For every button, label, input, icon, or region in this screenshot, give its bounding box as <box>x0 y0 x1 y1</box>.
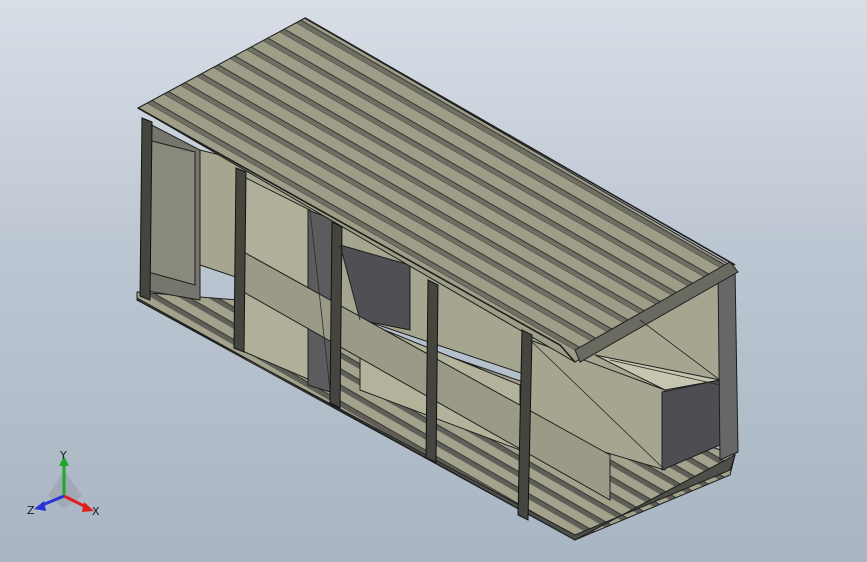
post-4 <box>425 279 439 463</box>
graphics-viewport[interactable] <box>0 0 867 562</box>
right-end-wall <box>717 267 739 461</box>
post-3 <box>329 221 343 409</box>
z-axis-arrow <box>34 501 46 511</box>
y-axis-label: Y <box>59 450 67 462</box>
z-axis-label: Z <box>27 504 35 517</box>
x-axis-label: X <box>92 505 100 518</box>
post-1 <box>139 117 153 301</box>
view-orientation-triad: Y X Z <box>27 450 100 518</box>
container-model[interactable] <box>136 17 739 541</box>
post-2 <box>233 167 247 353</box>
left-end-interior <box>147 139 196 286</box>
